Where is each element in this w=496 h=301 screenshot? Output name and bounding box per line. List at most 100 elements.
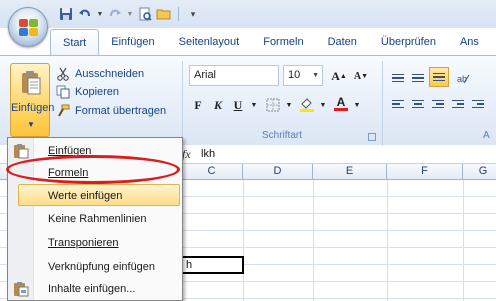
menu-item-paste-special[interactable]: Inhalte einfügen... bbox=[8, 278, 182, 300]
gridline bbox=[463, 180, 464, 301]
menu-item-paste-values[interactable]: Werte einfügen bbox=[18, 184, 180, 206]
outdent-icon[interactable] bbox=[469, 95, 487, 113]
separator bbox=[178, 7, 179, 21]
save-icon[interactable] bbox=[58, 6, 74, 22]
font-group: Arial 10 ▼ A ▲ A ▼ F K U ▼ ▼ ▼ A ▼ Schri… bbox=[182, 61, 380, 147]
open-icon[interactable] bbox=[156, 6, 172, 22]
copy-button[interactable]: Kopieren bbox=[56, 83, 119, 101]
formula-input[interactable]: lkh bbox=[201, 148, 215, 160]
chevron-down-icon[interactable]: ▼ bbox=[284, 95, 294, 115]
office-button[interactable] bbox=[8, 7, 48, 47]
align-left-icon[interactable] bbox=[389, 95, 407, 113]
cut-button[interactable]: Ausschneiden bbox=[56, 65, 144, 83]
menu-item-label: Werte einfügen bbox=[48, 190, 123, 202]
chevron-down-icon[interactable]: ▼ bbox=[249, 95, 259, 115]
format-painter-button[interactable]: Format übertragen bbox=[56, 102, 166, 120]
grow-font-button[interactable]: A ▲ bbox=[329, 66, 349, 86]
gridline bbox=[387, 180, 388, 301]
format-painter-label: Format übertragen bbox=[75, 105, 167, 117]
menu-item-no-borders[interactable]: Keine Rahmenlinien bbox=[8, 208, 182, 230]
menu-item-label: Inhalte einfügen... bbox=[48, 283, 136, 295]
border-icon bbox=[266, 98, 280, 112]
cut-label: Ausschneiden bbox=[75, 68, 145, 80]
clipboard-icon bbox=[20, 70, 42, 96]
active-cell[interactable]: h bbox=[181, 256, 244, 274]
underline-button[interactable]: U bbox=[229, 95, 247, 115]
copy-icon bbox=[56, 85, 70, 99]
fill-bucket-icon bbox=[300, 98, 314, 112]
quick-access-toolbar: ▼ ▼ ▾ bbox=[58, 5, 201, 23]
title-bar: ▼ ▼ ▾ bbox=[0, 0, 496, 28]
font-size-select[interactable]: 10 ▼ bbox=[283, 65, 323, 86]
bold-button[interactable]: F bbox=[189, 95, 207, 115]
tab-ueberpruefen[interactable]: Überprüfen bbox=[369, 29, 448, 56]
menu-item-label: Keine Rahmenlinien bbox=[48, 213, 147, 225]
scissors-icon bbox=[57, 67, 69, 81]
paste-button-label: Einfügen bbox=[11, 102, 55, 114]
align-top-icon[interactable] bbox=[389, 69, 407, 87]
tab-ansicht[interactable]: Ans bbox=[448, 29, 491, 56]
chevron-down-icon[interactable]: ▼ bbox=[126, 6, 134, 22]
chevron-down-icon[interactable]: ▼ bbox=[352, 95, 362, 115]
chevron-down-icon[interactable]: ▼ bbox=[96, 6, 104, 22]
tab-einfuegen[interactable]: Einfügen bbox=[99, 29, 166, 56]
svg-text:ab: ab bbox=[457, 74, 467, 84]
alignment-group: ab A bbox=[382, 61, 496, 147]
chevron-down-icon[interactable]: ▼ bbox=[27, 120, 35, 129]
paintbrush-icon bbox=[58, 104, 70, 117]
print-preview-icon[interactable] bbox=[137, 6, 153, 22]
menu-item-paste-link[interactable]: Verknüpfung einfügen bbox=[8, 256, 182, 278]
column-header-d[interactable]: D bbox=[243, 164, 313, 180]
font-name-select[interactable]: Arial bbox=[189, 65, 279, 86]
grow-font-icon: A bbox=[331, 68, 340, 83]
gridline bbox=[243, 180, 244, 301]
font-color-icon: A bbox=[336, 94, 346, 109]
copy-label: Kopieren bbox=[75, 86, 120, 98]
underline-icon: U bbox=[233, 97, 243, 112]
gridline bbox=[313, 180, 314, 301]
align-center-icon[interactable] bbox=[409, 95, 427, 113]
column-header-f[interactable]: F bbox=[387, 164, 463, 180]
font-group-label: Schriftart bbox=[261, 130, 302, 141]
column-header-e[interactable]: E bbox=[313, 164, 387, 180]
tab-formeln[interactable]: Formeln bbox=[251, 29, 315, 56]
shrink-font-icon: A bbox=[353, 70, 362, 82]
indent-icon[interactable] bbox=[449, 95, 467, 113]
bold-icon: F bbox=[194, 97, 202, 112]
paste-icon bbox=[13, 143, 29, 159]
highlight-ellipse bbox=[6, 155, 180, 184]
active-cell-value: h bbox=[186, 259, 193, 271]
undo-icon[interactable] bbox=[77, 6, 93, 22]
borders-button[interactable] bbox=[263, 95, 283, 115]
column-header-c[interactable]: C bbox=[181, 164, 243, 180]
font-name-value: Arial bbox=[194, 69, 217, 81]
ribbon-tabs: Start Einfügen Seitenlayout Formeln Date… bbox=[50, 28, 491, 56]
column-header-g[interactable]: G bbox=[463, 164, 496, 180]
font-color-button[interactable]: A bbox=[331, 93, 351, 113]
redo-icon[interactable] bbox=[107, 6, 123, 22]
paste-special-icon bbox=[13, 281, 29, 297]
ribbon: Einfügen ▼ Ausschneiden Kopieren Format … bbox=[0, 55, 496, 147]
function-icon[interactable]: fx bbox=[182, 147, 191, 162]
fill-color-button[interactable] bbox=[297, 95, 317, 115]
menu-item-transpose[interactable]: Transponieren bbox=[8, 232, 182, 254]
clipboard-group: Einfügen ▼ Ausschneiden Kopieren Format … bbox=[8, 61, 182, 141]
paste-button[interactable]: Einfügen ▼ bbox=[10, 63, 55, 137]
align-bottom-icon[interactable] bbox=[429, 67, 449, 87]
chevron-down-icon[interactable]: ▼ bbox=[318, 95, 328, 115]
italic-button[interactable]: K bbox=[209, 95, 227, 115]
tab-seitenlayout[interactable]: Seitenlayout bbox=[167, 29, 252, 56]
shrink-font-button[interactable]: A ▼ bbox=[351, 66, 371, 86]
tab-start[interactable]: Start bbox=[50, 29, 100, 56]
menu-item-label: Transponieren bbox=[48, 237, 119, 249]
orientation-icon[interactable]: ab bbox=[453, 69, 471, 87]
align-right-icon[interactable] bbox=[429, 95, 447, 113]
alignment-group-label: A bbox=[483, 130, 490, 141]
dialog-launcher-icon[interactable] bbox=[368, 133, 376, 141]
menu-item-label: Verknüpfung einfügen bbox=[48, 261, 156, 273]
customize-icon[interactable]: ▾ bbox=[185, 6, 201, 22]
office-logo-icon bbox=[19, 19, 39, 37]
italic-icon: K bbox=[213, 97, 222, 112]
tab-daten[interactable]: Daten bbox=[316, 29, 369, 56]
align-middle-icon[interactable] bbox=[409, 69, 427, 87]
